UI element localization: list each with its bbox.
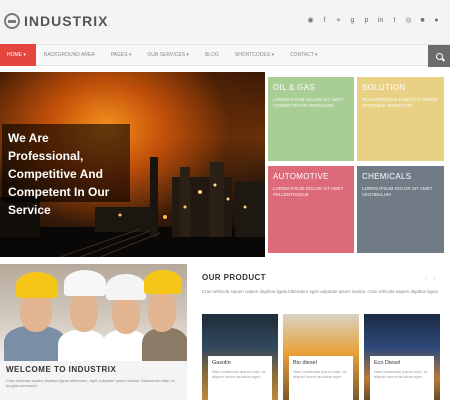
hero-caption-line: We Are xyxy=(8,131,49,145)
hero-caption-line: Professional, xyxy=(8,149,84,163)
tile-oil-gas[interactable]: OIL & GAS LOREM IPSUM DOLOR SIT AMET CON… xyxy=(268,77,354,161)
product-name: Gasolin xyxy=(212,360,231,366)
product-text: Nam commodo ipsum odio, ut aliquet lorem… xyxy=(374,369,428,379)
tile-title: SOLUTION xyxy=(362,83,406,92)
user-icon[interactable]: ● xyxy=(433,17,440,25)
nav-item-shortcodes[interactable]: SHORTCODES ▾ xyxy=(227,44,282,66)
nav-item-blog[interactable]: BLOG xyxy=(197,44,227,66)
worker-face xyxy=(70,290,98,332)
hard-hat-icon xyxy=(144,270,182,294)
tile-solution[interactable]: SOLUTION PELLENTESQUE HABITANT MORBI TRI… xyxy=(357,77,444,161)
nav-item-home[interactable]: HOME ▾ xyxy=(0,44,36,66)
products-subtitle: Cras vehicula sapien sapien dapibus ligu… xyxy=(202,289,438,294)
site-logo[interactable]: INDUSTRIX xyxy=(4,13,108,29)
gear-logo-icon xyxy=(4,13,20,29)
worker-shirt xyxy=(142,328,187,361)
next-arrow-icon[interactable]: › xyxy=(433,276,435,282)
workers-photo xyxy=(0,264,187,361)
hero-caption: We Are Professional, Competitive And Com… xyxy=(2,124,130,217)
nav-item-contact[interactable]: CONTACT ▾ xyxy=(282,44,326,66)
worker-shirt xyxy=(58,330,106,361)
tile-title: AUTOMOTIVE xyxy=(273,172,329,181)
welcome-title: WELCOME TO INDUSTRIX xyxy=(6,365,117,374)
main-nav: HOME ▾ BACKGROUND AREA PAGES ▾ OUR SERVI… xyxy=(0,44,450,67)
worker-face xyxy=(148,290,176,332)
tile-text: LOREM IPSUM DOLOR SIT AMET PELLENTESQUE xyxy=(273,186,344,197)
social-links: ◉ f ⋄ g p in t ◎ ■ ● xyxy=(307,17,440,25)
product-card-bio-diesel[interactable]: Bio diesel Nam commodo ipsum odio, ut al… xyxy=(283,314,359,400)
nav-item-background-area[interactable]: BACKGROUND AREA xyxy=(36,44,103,66)
search-button[interactable] xyxy=(428,45,450,67)
hard-hat-icon xyxy=(16,272,58,298)
product-carousel-controls: ‹ › xyxy=(425,276,435,282)
tile-text: PELLENTESQUE HABITANT MORBI TRISTIQUE SE… xyxy=(362,97,437,108)
linkedin-icon[interactable]: in xyxy=(377,17,384,25)
hero-caption-line: Service xyxy=(8,203,51,217)
tile-title: OIL & GAS xyxy=(273,83,315,92)
product-card-gasolin[interactable]: Gasolin Nam commodo ipsum odio, ut aliqu… xyxy=(202,314,278,400)
product-name: Bio diesel xyxy=(293,360,317,366)
product-card-body: Eco Diesel Nam commodo ipsum odio, ut al… xyxy=(370,356,434,400)
product-card-body: Bio diesel Nam commodo ipsum odio, ut al… xyxy=(289,356,353,400)
tile-title: CHEMICALS xyxy=(362,172,412,181)
pinterest-icon[interactable]: p xyxy=(363,17,370,25)
search-icon xyxy=(435,52,443,60)
tile-chemicals[interactable]: CHEMICALS LOREM IPSUM DOLOR SIT AMET VES… xyxy=(357,166,444,253)
facebook-icon[interactable]: f xyxy=(321,17,328,25)
hero-slider[interactable]: We Are Professional, Competitive And Com… xyxy=(0,72,265,257)
google-plus-icon[interactable]: g xyxy=(349,17,356,25)
hard-hat-icon xyxy=(64,270,106,296)
product-text: Nam commodo ipsum odio, ut aliquet lorem… xyxy=(212,369,266,379)
tile-text: LOREM IPSUM DOLOR SIT AMET CONSECTETUR A… xyxy=(273,97,344,108)
product-card-body: Gasolin Nam commodo ipsum odio, ut aliqu… xyxy=(208,356,272,400)
prev-arrow-icon[interactable]: ‹ xyxy=(425,276,427,282)
nav-item-pages[interactable]: PAGES ▾ xyxy=(103,44,140,66)
rss-icon[interactable]: ◉ xyxy=(307,17,314,25)
product-card-eco-diesel[interactable]: Eco Diesel Nam commodo ipsum odio, ut al… xyxy=(364,314,440,400)
tile-text: LOREM IPSUM DOLOR SIT AMET VESTIBULUM xyxy=(362,186,433,197)
products-title: OUR PRODUCT xyxy=(202,273,266,282)
product-text: Nam commodo ipsum odio, ut aliquet lorem… xyxy=(293,369,347,379)
lock-icon[interactable]: ■ xyxy=(419,17,426,25)
hero-caption-line: Competent In Our xyxy=(8,185,110,199)
hero-caption-line: Competitive And xyxy=(8,167,103,181)
product-name: Eco Diesel xyxy=(374,360,401,366)
tile-automotive[interactable]: AUTOMOTIVE LOREM IPSUM DOLOR SIT AMET PE… xyxy=(268,166,354,253)
dribbble-icon[interactable]: ◎ xyxy=(405,17,412,25)
nav-item-our-services[interactable]: OUR SERVICES ▾ xyxy=(139,44,197,66)
worker-face xyxy=(112,294,140,334)
twitter-icon[interactable]: ⋄ xyxy=(335,17,342,25)
welcome-section: WELCOME TO INDUSTRIX Cras vehicula sapie… xyxy=(0,361,187,400)
hard-hat-icon xyxy=(106,274,146,300)
welcome-text: Cras vehicula sapien dapibus ligula bibe… xyxy=(6,378,175,388)
top-header: INDUSTRIX ◉ f ⋄ g p in t ◎ ■ ● xyxy=(0,0,450,44)
brand-name: INDUSTRIX xyxy=(24,13,109,29)
tumblr-icon[interactable]: t xyxy=(391,17,398,25)
